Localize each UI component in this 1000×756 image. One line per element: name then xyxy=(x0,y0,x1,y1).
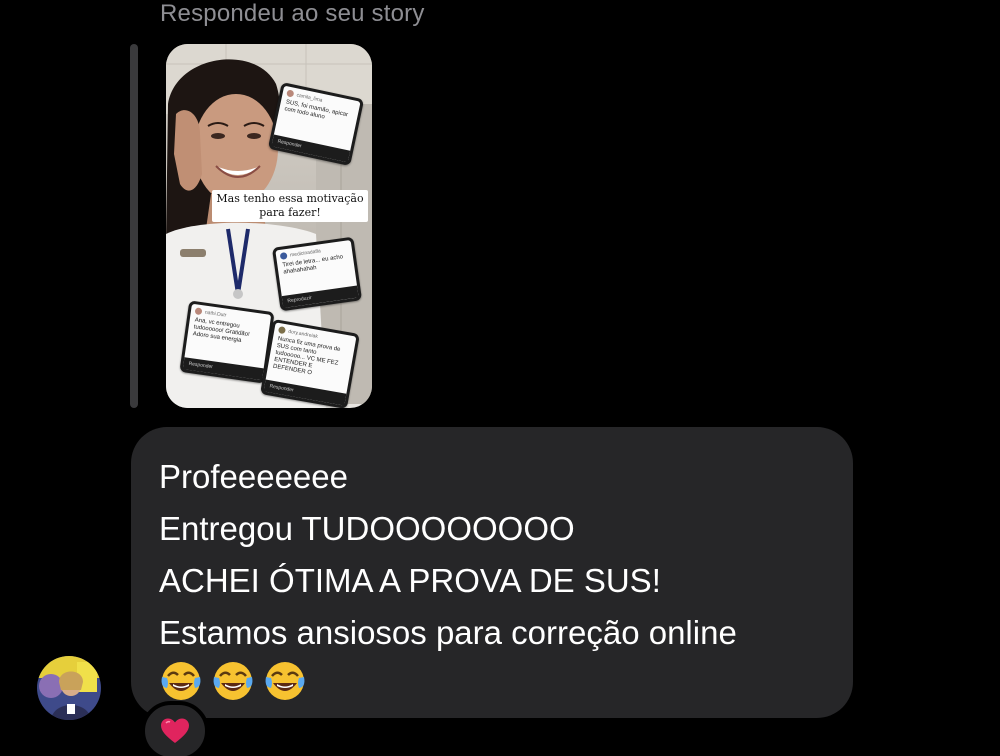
story-thumbnail[interactable]: Mas tenho essa motivação para fazer! cam… xyxy=(166,44,372,408)
message-line: Entregou TUDOOOOOOOO xyxy=(159,510,575,547)
avatar-photo xyxy=(37,656,101,720)
message-line: Profeeeeeee xyxy=(159,458,348,495)
message-line: ACHEI ÓTIMA A PROVA DE SUS! xyxy=(159,562,661,599)
red-heart-icon xyxy=(161,718,189,743)
story-caption: Mas tenho essa motivação para fazer! xyxy=(212,190,368,222)
message-bubble[interactable]: Profeeeeeee Entregou TUDOOOOOOOO ACHEI Ó… xyxy=(131,427,853,718)
story-question-card: medicinadafla Tirei de letra... eu acho … xyxy=(271,236,363,312)
tears-of-joy-emoji-icon xyxy=(161,662,201,700)
story-question-card: nathi.Dutr Ana, vc entregou tudoooooo! G… xyxy=(179,300,275,384)
heart-reaction-button[interactable] xyxy=(141,701,209,756)
message-line: Estamos ansiosos para correção online xyxy=(159,614,737,651)
sender-avatar[interactable] xyxy=(37,656,101,720)
reply-quote-bar xyxy=(130,44,138,408)
tears-of-joy-emoji-icon xyxy=(265,662,305,700)
story-reply-label: Respondeu ao seu story xyxy=(160,0,425,27)
dm-conversation: Respondeu ao seu story Mas tenho essa mo… xyxy=(0,0,1000,756)
story-question-card: dory.andreiak Nunca fiz uma prova de SUS… xyxy=(260,318,360,408)
tears-of-joy-emoji-icon xyxy=(213,662,253,700)
emoji-row xyxy=(159,659,825,703)
